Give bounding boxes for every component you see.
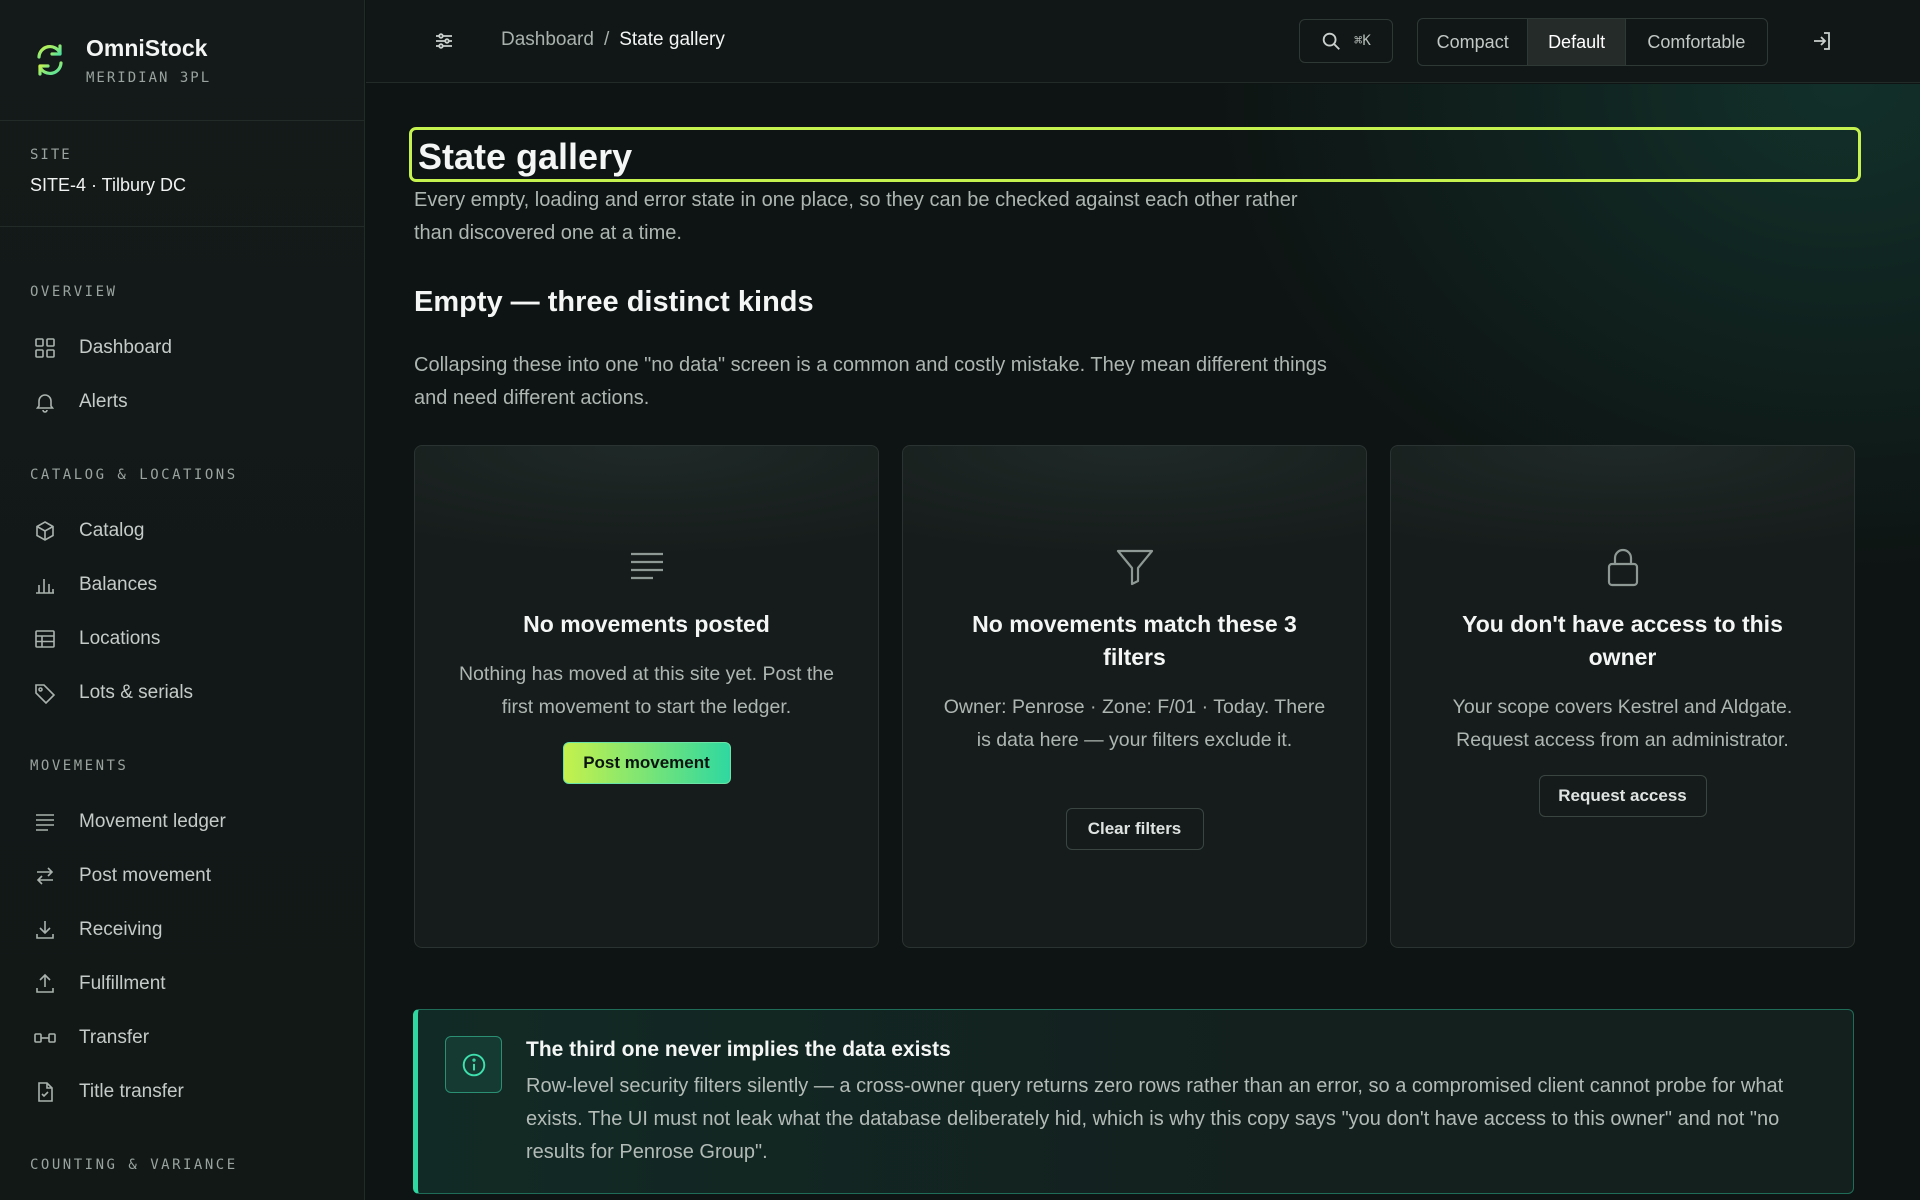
callout-body: Row-level security filters silently — a …	[526, 1075, 1784, 1163]
sidebar-item-label: Receiving	[79, 919, 163, 940]
lines-icon	[36, 814, 54, 831]
density-comfortable-button[interactable]: Comfortable	[1626, 19, 1767, 65]
density-toggle: Compact Default Comfortable	[1417, 18, 1768, 66]
sidebar-item-label: Alerts	[79, 391, 128, 412]
page-intro: Every empty, loading and error state in …	[414, 189, 1298, 244]
card-title: No movements posted	[523, 611, 770, 637]
sidebar-item-label: Post movement	[79, 865, 211, 886]
callout-title: The third one never implies the data exi…	[526, 1038, 951, 1061]
page-title: State gallery	[418, 136, 633, 177]
brand-subtitle: MERIDIAN 3PL	[86, 69, 212, 86]
filter-icon	[1116, 549, 1153, 586]
nav-section-catalog: CATALOG & LOCATIONS	[30, 467, 238, 483]
nav-section-counting: COUNTING & VARIANCE	[30, 1157, 238, 1173]
sidebar-item-fulfillment[interactable]: Fulfillment	[0, 957, 364, 1011]
card-body: Your scope covers Kestrel and Aldgate. R…	[1452, 696, 1793, 751]
info-callout: The third one never implies the data exi…	[413, 1009, 1854, 1194]
download-icon	[36, 921, 54, 939]
info-icon-box	[445, 1036, 502, 1093]
site-label: SITE	[30, 147, 72, 163]
sidebar-item-label: Lots & serials	[79, 682, 194, 703]
table-icon	[35, 630, 55, 648]
nav-section-overview: OVERVIEW	[30, 284, 118, 300]
sidebar-item-transfer[interactable]: Transfer	[0, 1011, 364, 1065]
brand-name: OmniStock	[86, 34, 208, 61]
page-title-focus-ring: State gallery	[409, 127, 1861, 182]
card-title: You don't have access to this owner	[1462, 611, 1783, 670]
sidebar-item-label: Movement ledger	[79, 811, 226, 832]
sidebar: OmniStock MERIDIAN 3PL SITE SITE-4 · Til…	[0, 0, 365, 1200]
breadcrumb-separator: /	[603, 29, 610, 50]
sidebar-item-label: Locations	[79, 628, 161, 649]
sidebar-item-receiving[interactable]: Receiving	[0, 903, 364, 957]
sidebar-item-movement-ledger[interactable]: Movement ledger	[0, 795, 364, 849]
refresh-logo-icon	[37, 44, 63, 76]
sidebar-item-label: Dashboard	[79, 337, 172, 358]
bell-icon	[35, 394, 55, 413]
empty-state-card-no-data: No movements posted Nothing has moved at…	[414, 445, 879, 948]
density-compact-button[interactable]: Compact	[1418, 19, 1527, 65]
lock-icon	[1607, 548, 1638, 587]
sidebar-item-lots-serials[interactable]: Lots & serials	[0, 666, 364, 720]
transfer-icon	[34, 1033, 56, 1043]
search-icon	[1322, 32, 1340, 50]
empty-state-card-no-access: You don't have access to this owner Your…	[1390, 445, 1855, 948]
request-access-button[interactable]: Request access	[1538, 775, 1707, 817]
sidebar-item-label: Catalog	[79, 520, 145, 541]
sidebar-item-dashboard[interactable]: Dashboard	[0, 321, 364, 375]
grid-icon	[35, 338, 55, 358]
breadcrumb: Dashboard / State gallery	[501, 29, 725, 51]
density-default-button[interactable]: Default	[1527, 19, 1626, 65]
section-title: Empty — three distinct kinds	[414, 286, 814, 318]
bar-chart-icon	[36, 579, 54, 594]
sidebar-item-balances[interactable]: Balances	[0, 558, 364, 612]
lines-icon	[630, 552, 663, 580]
main-content: State gallery Every empty, loading and e…	[366, 84, 1920, 1200]
breadcrumb-current: State gallery	[619, 29, 725, 50]
sidebar-item-label: Balances	[79, 574, 158, 595]
topbar: Dashboard / State gallery ⌘K Compact Defau…	[366, 0, 1920, 83]
brand[interactable]: OmniStock MERIDIAN 3PL	[0, 0, 364, 121]
sidebar-item-title-transfer[interactable]: Title transfer	[0, 1065, 364, 1119]
box-icon	[36, 521, 54, 541]
sidebar-item-label: Transfer	[79, 1027, 150, 1048]
post-movement-button[interactable]: Post movement	[562, 742, 731, 784]
nav-section-movements: MOVEMENTS	[30, 758, 129, 774]
sidebar-item-alerts[interactable]: Alerts	[0, 375, 364, 429]
upload-icon	[36, 973, 54, 993]
sidebar-item-catalog[interactable]: Catalog	[0, 504, 364, 558]
site-selector[interactable]: SITE SITE-4 · Tilbury DC	[0, 121, 364, 227]
site-name: SITE-4 · Tilbury DC	[30, 175, 187, 195]
card-title: No movements match these 3 filters	[972, 611, 1297, 670]
sidebar-item-locations[interactable]: Locations	[0, 612, 364, 666]
info-icon	[462, 1053, 485, 1076]
document-icon	[38, 1082, 53, 1102]
sliders-icon[interactable]	[432, 29, 456, 53]
search-shortcut: ⌘K	[1354, 33, 1371, 49]
search-button[interactable]: ⌘K	[1299, 19, 1393, 63]
sidebar-item-post-movement[interactable]: Post movement	[0, 849, 364, 903]
clear-filters-button[interactable]: Clear filters	[1065, 808, 1204, 850]
tag-icon	[35, 684, 56, 705]
card-body: Owner: Penrose · Zone: F/01 · Today. The…	[943, 696, 1326, 751]
card-body: Nothing has moved at this site yet. Post…	[458, 663, 835, 718]
sign-out-icon[interactable]	[1810, 29, 1834, 53]
sidebar-item-label: Title transfer	[79, 1081, 184, 1102]
sidebar-item-label: Fulfillment	[79, 973, 166, 994]
arrows-swap-icon	[36, 867, 54, 885]
breadcrumb-dashboard-link[interactable]: Dashboard	[501, 29, 594, 50]
empty-state-card-filtered: No movements match these 3 filters Owner…	[902, 445, 1367, 948]
section-description: Collapsing these into one "no data" scre…	[414, 354, 1327, 409]
